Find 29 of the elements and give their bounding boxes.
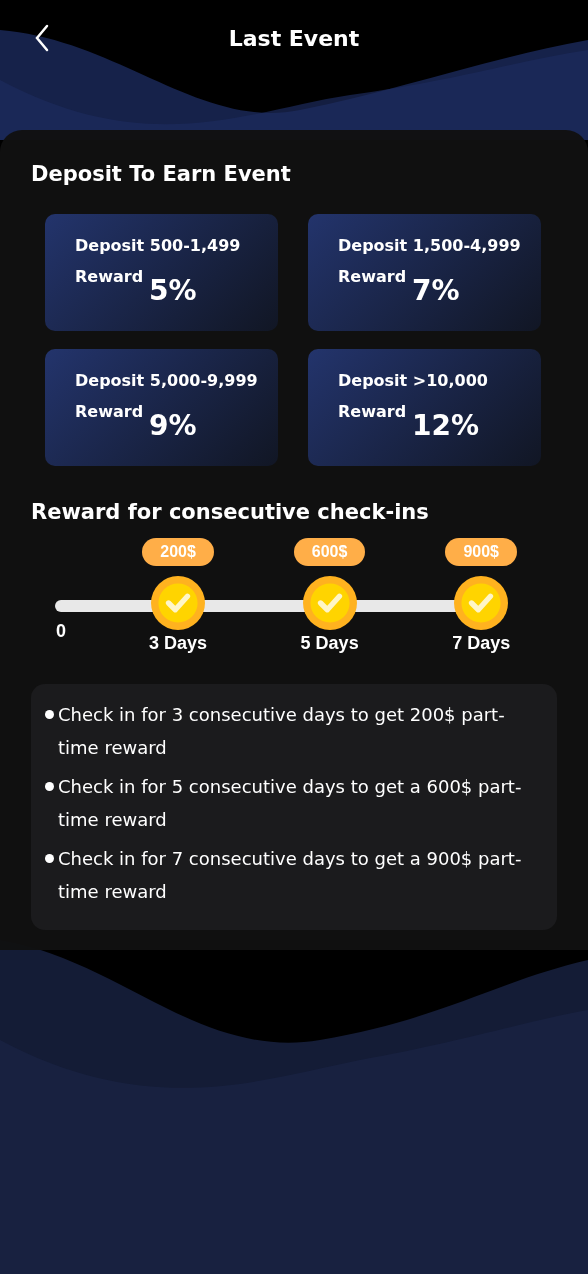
deposit-range: Deposit >10,000: [338, 371, 488, 390]
section-title: Deposit To Earn Event: [31, 162, 292, 186]
deposit-range: Deposit 500-1,499: [75, 236, 241, 255]
reward-label: Reward: [75, 402, 144, 421]
page-title: Last Event: [228, 25, 360, 51]
reward-badge: 200$: [142, 538, 214, 566]
reward-percent: 12%: [412, 412, 480, 440]
reward-percent: 9%: [149, 412, 197, 440]
reward-label: Reward: [338, 267, 407, 286]
deposit-range: Deposit 5,000-9,999: [75, 371, 258, 390]
reward-label: Reward: [75, 267, 144, 286]
reward-percent: 5%: [149, 277, 197, 305]
day-label: 7 Days: [452, 633, 511, 654]
reward-percent: 7%: [412, 277, 460, 305]
bullet-icon: [45, 710, 54, 719]
day-label: 0: [55, 621, 67, 642]
deposit-range: Deposit 1,500-4,999: [338, 236, 521, 255]
bullet-icon: [45, 782, 54, 791]
bullet-icon: [45, 854, 54, 863]
rule-text: Check in for 3 consecutive days to get 200$ part-time reward: [58, 703, 506, 760]
reward-label: Reward: [338, 402, 407, 421]
day-label: 5 Days: [300, 633, 359, 654]
back-icon[interactable]: [34, 24, 50, 52]
reward-badge: 900$: [445, 538, 517, 566]
day-label: 3 Days: [149, 633, 208, 654]
section-title: Reward for consecutive check-ins: [31, 500, 430, 524]
reward-badge: 600$: [293, 538, 366, 566]
rule-text: Check in for 7 consecutive days to get a 900$ part-time reward: [58, 847, 523, 904]
rule-text: Check in for 5 consecutive days to get a 600$ part-time reward: [58, 775, 523, 832]
